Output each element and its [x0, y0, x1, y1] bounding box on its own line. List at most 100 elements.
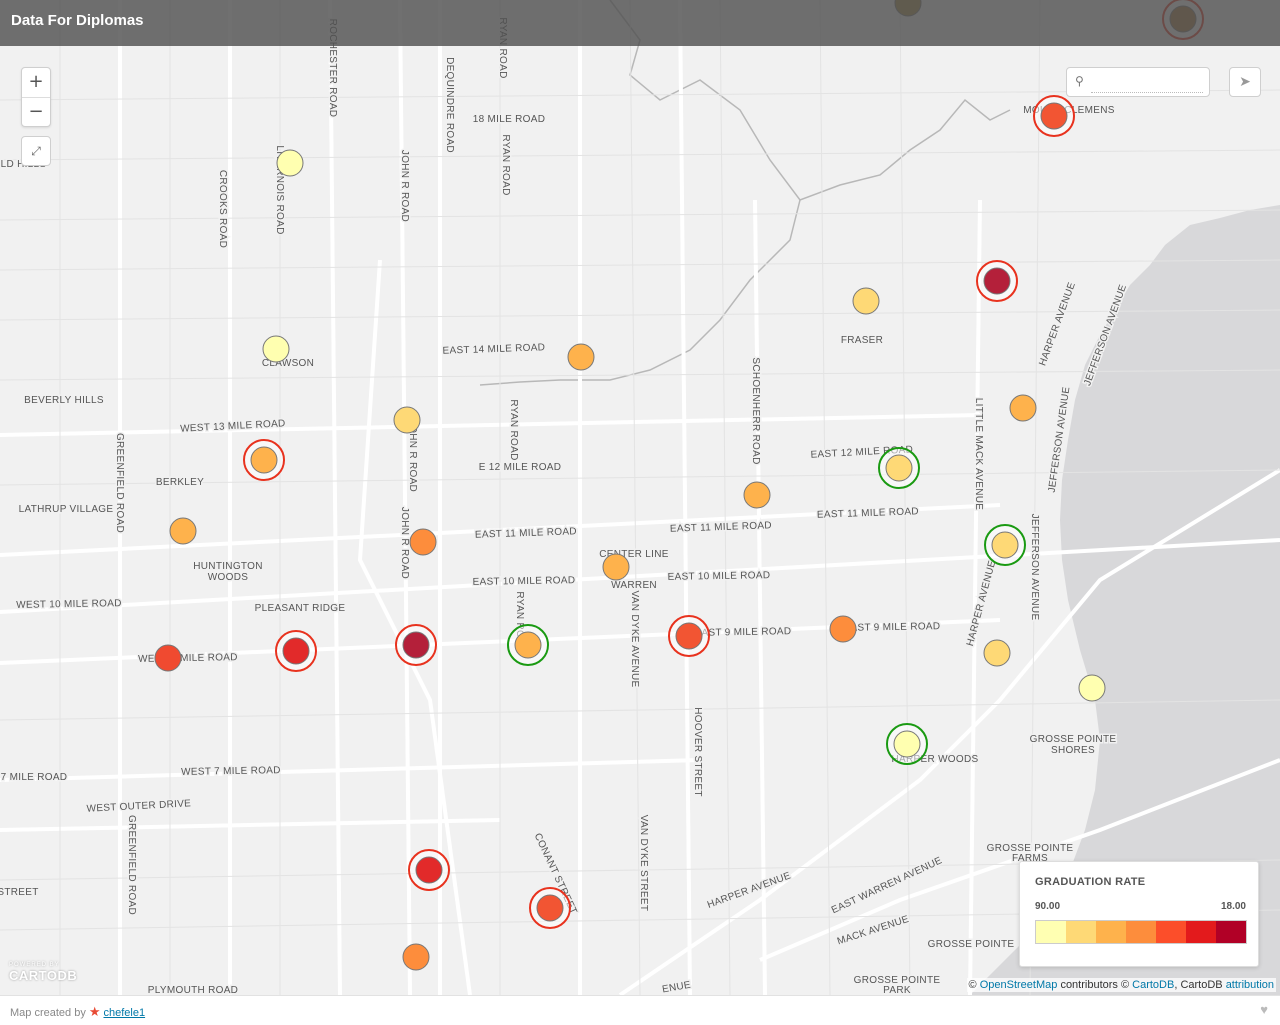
marker-dot [885, 454, 913, 482]
road-label: LITTLE MACK AVENUE [973, 398, 984, 510]
legend-swatch [1186, 921, 1216, 943]
school-marker[interactable] [507, 624, 549, 666]
marker-dot [250, 446, 278, 474]
school-marker[interactable] [409, 528, 437, 556]
marker-dot [1078, 674, 1106, 702]
place-label: WOODS [208, 572, 248, 583]
place-label: SHORES [1051, 745, 1095, 756]
osm-link[interactable]: OpenStreetMap [980, 979, 1058, 991]
marker-dot [1040, 102, 1068, 130]
marker-dot [983, 639, 1011, 667]
place-label: BERKLEY [156, 477, 204, 488]
marker-dot [276, 149, 304, 177]
search-box: ⚲ [1066, 67, 1210, 97]
search-input[interactable] [1091, 72, 1203, 93]
place-label: BEVERLY HILLS [24, 395, 104, 406]
marker-dot [415, 856, 443, 884]
school-marker[interactable] [852, 287, 880, 315]
zoom-control: + − [21, 67, 51, 127]
road-label: STREET [0, 887, 39, 898]
heart-icon[interactable]: ♥ [1260, 1002, 1268, 1017]
road-label: EAST 9 MILE ROAD [843, 621, 940, 634]
place-label: FRASER [841, 335, 883, 346]
school-marker[interactable] [1009, 394, 1037, 422]
marker-dot [567, 343, 595, 371]
school-marker[interactable] [602, 553, 630, 581]
locate-button[interactable]: ➤ [1229, 67, 1261, 97]
school-marker[interactable] [402, 943, 430, 971]
school-marker[interactable] [1078, 674, 1106, 702]
map-canvas[interactable]: 18 MILE ROADEAST 14 MILE ROADWEST 13 MIL… [0, 0, 1280, 995]
road-label: GREENFIELD ROAD [114, 433, 125, 533]
school-marker[interactable] [976, 260, 1018, 302]
school-marker[interactable] [395, 624, 437, 666]
marker-dot [536, 894, 564, 922]
road-label: PLYMOUTH ROAD [148, 985, 238, 995]
attribution-link[interactable]: attribution [1226, 979, 1274, 991]
school-marker[interactable] [829, 615, 857, 643]
marker-dot [514, 631, 542, 659]
school-marker[interactable] [529, 887, 571, 929]
cartodb-link[interactable]: CartoDB [1132, 979, 1174, 991]
marker-dot [169, 517, 197, 545]
author-link[interactable]: chefele1 [103, 1007, 145, 1019]
school-marker[interactable] [169, 517, 197, 545]
school-marker[interactable] [408, 849, 450, 891]
road-label: WEST 10 MILE ROAD [16, 598, 122, 611]
marker-dot [852, 287, 880, 315]
marker-dot [282, 637, 310, 665]
footer: Map created by ★ chefele1 ♥ [0, 995, 1280, 1025]
school-marker[interactable] [984, 524, 1026, 566]
legend-swatch [1036, 921, 1066, 943]
school-marker[interactable] [983, 639, 1011, 667]
legend-title: GRADUATION RATE [1035, 876, 1146, 888]
marker-dot [154, 644, 182, 672]
road-label: JEFFERSON AVENUE [1029, 514, 1040, 621]
road-label: 18 MILE ROAD [473, 114, 546, 125]
road-label: WEST 9 MILE ROAD [138, 652, 238, 665]
marker-dot [893, 730, 921, 758]
marker-dot [743, 481, 771, 509]
road-label: HOOVER STREET [692, 707, 703, 796]
legend-max-label: 18.00 [1220, 901, 1246, 912]
marker-dot [991, 531, 1019, 559]
legend-swatch [1096, 921, 1126, 943]
school-marker[interactable] [154, 644, 182, 672]
marker-dot [402, 943, 430, 971]
star-icon: ★ [88, 1004, 101, 1019]
school-marker[interactable] [275, 630, 317, 672]
road-label: EAST 10 MILE ROAD [473, 575, 576, 588]
cartodb-logo[interactable]: POWERED BY CARTODB [9, 962, 77, 983]
road-label: 7 MILE ROAD [1, 772, 68, 783]
zoom-in-button[interactable]: + [22, 68, 50, 98]
school-marker[interactable] [262, 335, 290, 363]
school-marker[interactable] [1033, 95, 1075, 137]
place-label: LATHRUP VILLAGE [19, 504, 114, 515]
school-marker[interactable] [243, 439, 285, 481]
marker-dot [1009, 394, 1037, 422]
school-marker[interactable] [567, 343, 595, 371]
legend-swatch [1066, 921, 1096, 943]
road-label: VAN DYKE AVENUE [629, 591, 640, 688]
legend-swatch [1156, 921, 1186, 943]
school-marker[interactable] [886, 723, 928, 765]
road-label: DEQUINDRE ROAD [444, 57, 455, 153]
fullscreen-button[interactable]: ⤢ [21, 136, 51, 166]
fullscreen-icon: ⤢ [31, 144, 41, 158]
school-marker[interactable] [878, 447, 920, 489]
place-label: HUNTINGTON [193, 561, 262, 572]
road-label: JOHN R ROAD [399, 150, 410, 222]
school-marker[interactable] [668, 615, 710, 657]
marker-dot [602, 553, 630, 581]
school-marker[interactable] [276, 149, 304, 177]
road-label: RYAN ROAD [500, 134, 511, 195]
place-label: GROSSE POINTE [1030, 734, 1117, 745]
school-marker[interactable] [393, 406, 421, 434]
zoom-out-button[interactable]: − [22, 98, 50, 127]
school-marker[interactable] [743, 481, 771, 509]
road-label: EAST 10 MILE ROAD [668, 570, 771, 583]
place-label: GROSSE POINTE [928, 939, 1015, 950]
marker-dot [402, 631, 430, 659]
map-credit: Map created by ★ chefele1 [10, 1004, 146, 1019]
locate-icon: ➤ [1239, 74, 1251, 90]
